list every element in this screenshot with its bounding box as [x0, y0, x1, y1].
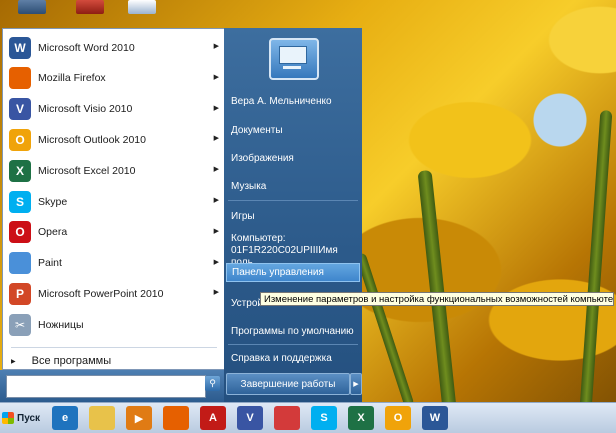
games-link[interactable]: Игры — [226, 211, 360, 223]
paint-icon[interactable] — [274, 406, 300, 430]
program-label: Opera — [38, 226, 68, 239]
paint-icon — [9, 252, 31, 275]
programs-pane: W Microsoft Word 2010 ▶ Mozilla Firefox ▶ V Mi… — [2, 28, 225, 370]
user-picture — [269, 38, 319, 80]
search-input[interactable] — [6, 375, 206, 398]
jump-list-arrow-icon[interactable]: ▶ — [214, 196, 219, 204]
program-item[interactable]: Paint ▶ — [3, 249, 224, 278]
program-label: Mozilla Firefox — [38, 72, 106, 85]
jump-list-arrow-icon[interactable]: ▶ — [214, 288, 219, 296]
excel-icon[interactable]: X — [348, 406, 374, 430]
windows-logo-icon — [2, 412, 14, 424]
all-programs-label: Все программы — [31, 355, 112, 367]
skype-icon: S — [9, 190, 31, 213]
documents-link[interactable]: Документы — [226, 125, 360, 137]
firefox-icon[interactable] — [163, 406, 189, 430]
explorer-icon[interactable] — [89, 406, 115, 430]
powerpoint-icon: P — [9, 282, 31, 305]
pictures-link[interactable]: Изображения — [226, 153, 360, 165]
help-link[interactable]: Справка и поддержка — [226, 353, 360, 365]
program-label: Skype — [38, 195, 68, 208]
desktop-shortcut-icon[interactable] — [18, 0, 46, 14]
search-area: ⚲ — [0, 370, 226, 402]
program-label: Microsoft Word 2010 — [38, 41, 135, 54]
jump-list-arrow-icon[interactable]: ▶ — [214, 134, 219, 142]
program-item[interactable]: V Microsoft Visio 2010 ▶ — [3, 95, 224, 124]
scissors-icon: ✂ — [9, 313, 31, 336]
visio-icon[interactable]: V — [237, 406, 263, 430]
jump-list-arrow-icon[interactable]: ▶ — [214, 42, 219, 50]
program-label: Microsoft Outlook 2010 — [38, 133, 146, 146]
desktop-shortcut-icon[interactable] — [128, 0, 156, 14]
jump-list-arrow-icon[interactable]: ▶ — [214, 165, 219, 173]
program-item[interactable]: X Microsoft Excel 2010 ▶ — [3, 156, 224, 185]
outlook-icon[interactable]: O — [385, 406, 411, 430]
word-icon: W — [9, 36, 31, 59]
start-menu: W Microsoft Word 2010 ▶ Mozilla Firefox ▶ V Mi… — [0, 24, 364, 402]
chevron-right-icon: ▶ — [353, 381, 359, 388]
music-link[interactable]: Музыка — [226, 181, 360, 193]
program-item[interactable]: P Microsoft PowerPoint 2010 ▶ — [3, 279, 224, 308]
shutdown-button[interactable]: Завершение работы — [226, 373, 350, 395]
shutdown-options-button[interactable]: ▶ — [350, 373, 362, 395]
program-label: Microsoft Excel 2010 — [38, 164, 136, 177]
program-item[interactable]: S Skype ▶ — [3, 187, 224, 216]
jump-list-arrow-icon[interactable]: ▶ — [214, 258, 219, 266]
media-player-icon[interactable]: ▶ — [126, 406, 152, 430]
visio-icon: V — [9, 98, 31, 121]
program-label: Paint — [38, 257, 62, 270]
tulip-stem — [417, 169, 457, 411]
taskbar: Пуск e ▶ A V S X O W — [0, 402, 616, 433]
jump-list-arrow-icon[interactable]: ▶ — [214, 227, 219, 235]
program-item[interactable]: O Microsoft Outlook 2010 ▶ — [3, 125, 224, 154]
jump-list-arrow-icon[interactable]: ▶ — [214, 73, 219, 81]
search-icon[interactable]: ⚲ — [205, 376, 220, 391]
program-label: Ножницы — [38, 318, 84, 331]
program-item[interactable]: W Microsoft Word 2010 ▶ — [3, 33, 224, 62]
skype-icon[interactable]: S — [311, 406, 337, 430]
ie-icon[interactable]: e — [52, 406, 78, 430]
program-item[interactable]: ✂ Ножницы — [3, 310, 224, 339]
tulip-stem — [579, 109, 613, 411]
control-panel-tooltip: Изменение параметров и настройка функцио… — [260, 292, 614, 306]
opera-icon: O — [9, 221, 31, 244]
places-pane: Вера А. Мельниченко Документы Изображени… — [224, 28, 362, 402]
user-folder-link[interactable]: Вера А. Мельниченко — [226, 96, 360, 108]
default-programs-link[interactable]: Программы по умолчанию — [226, 326, 360, 338]
start-button[interactable]: Пуск — [2, 408, 44, 428]
chevron-right-icon: ▶ — [11, 358, 16, 365]
jump-list-arrow-icon[interactable]: ▶ — [214, 104, 219, 112]
start-label: Пуск — [17, 412, 41, 424]
tulip-stem — [355, 252, 415, 408]
all-programs-item[interactable]: ▶ Все программы — [3, 351, 224, 371]
acrobat-icon[interactable]: A — [200, 406, 226, 430]
program-item[interactable]: O Opera ▶ — [3, 218, 224, 247]
firefox-icon — [9, 67, 31, 90]
excel-icon: X — [9, 159, 31, 182]
outlook-icon: O — [9, 128, 31, 151]
control-panel-link[interactable]: Панель управления — [226, 263, 360, 282]
computer-label: Компьютер: — [231, 233, 286, 244]
program-item[interactable]: Mozilla Firefox ▶ — [3, 64, 224, 93]
menu-divider — [11, 347, 217, 348]
program-label: Microsoft Visio 2010 — [38, 103, 133, 116]
program-label: Microsoft PowerPoint 2010 — [38, 287, 164, 300]
word-icon[interactable]: W — [422, 406, 448, 430]
desktop-shortcut-icon[interactable] — [76, 0, 104, 14]
